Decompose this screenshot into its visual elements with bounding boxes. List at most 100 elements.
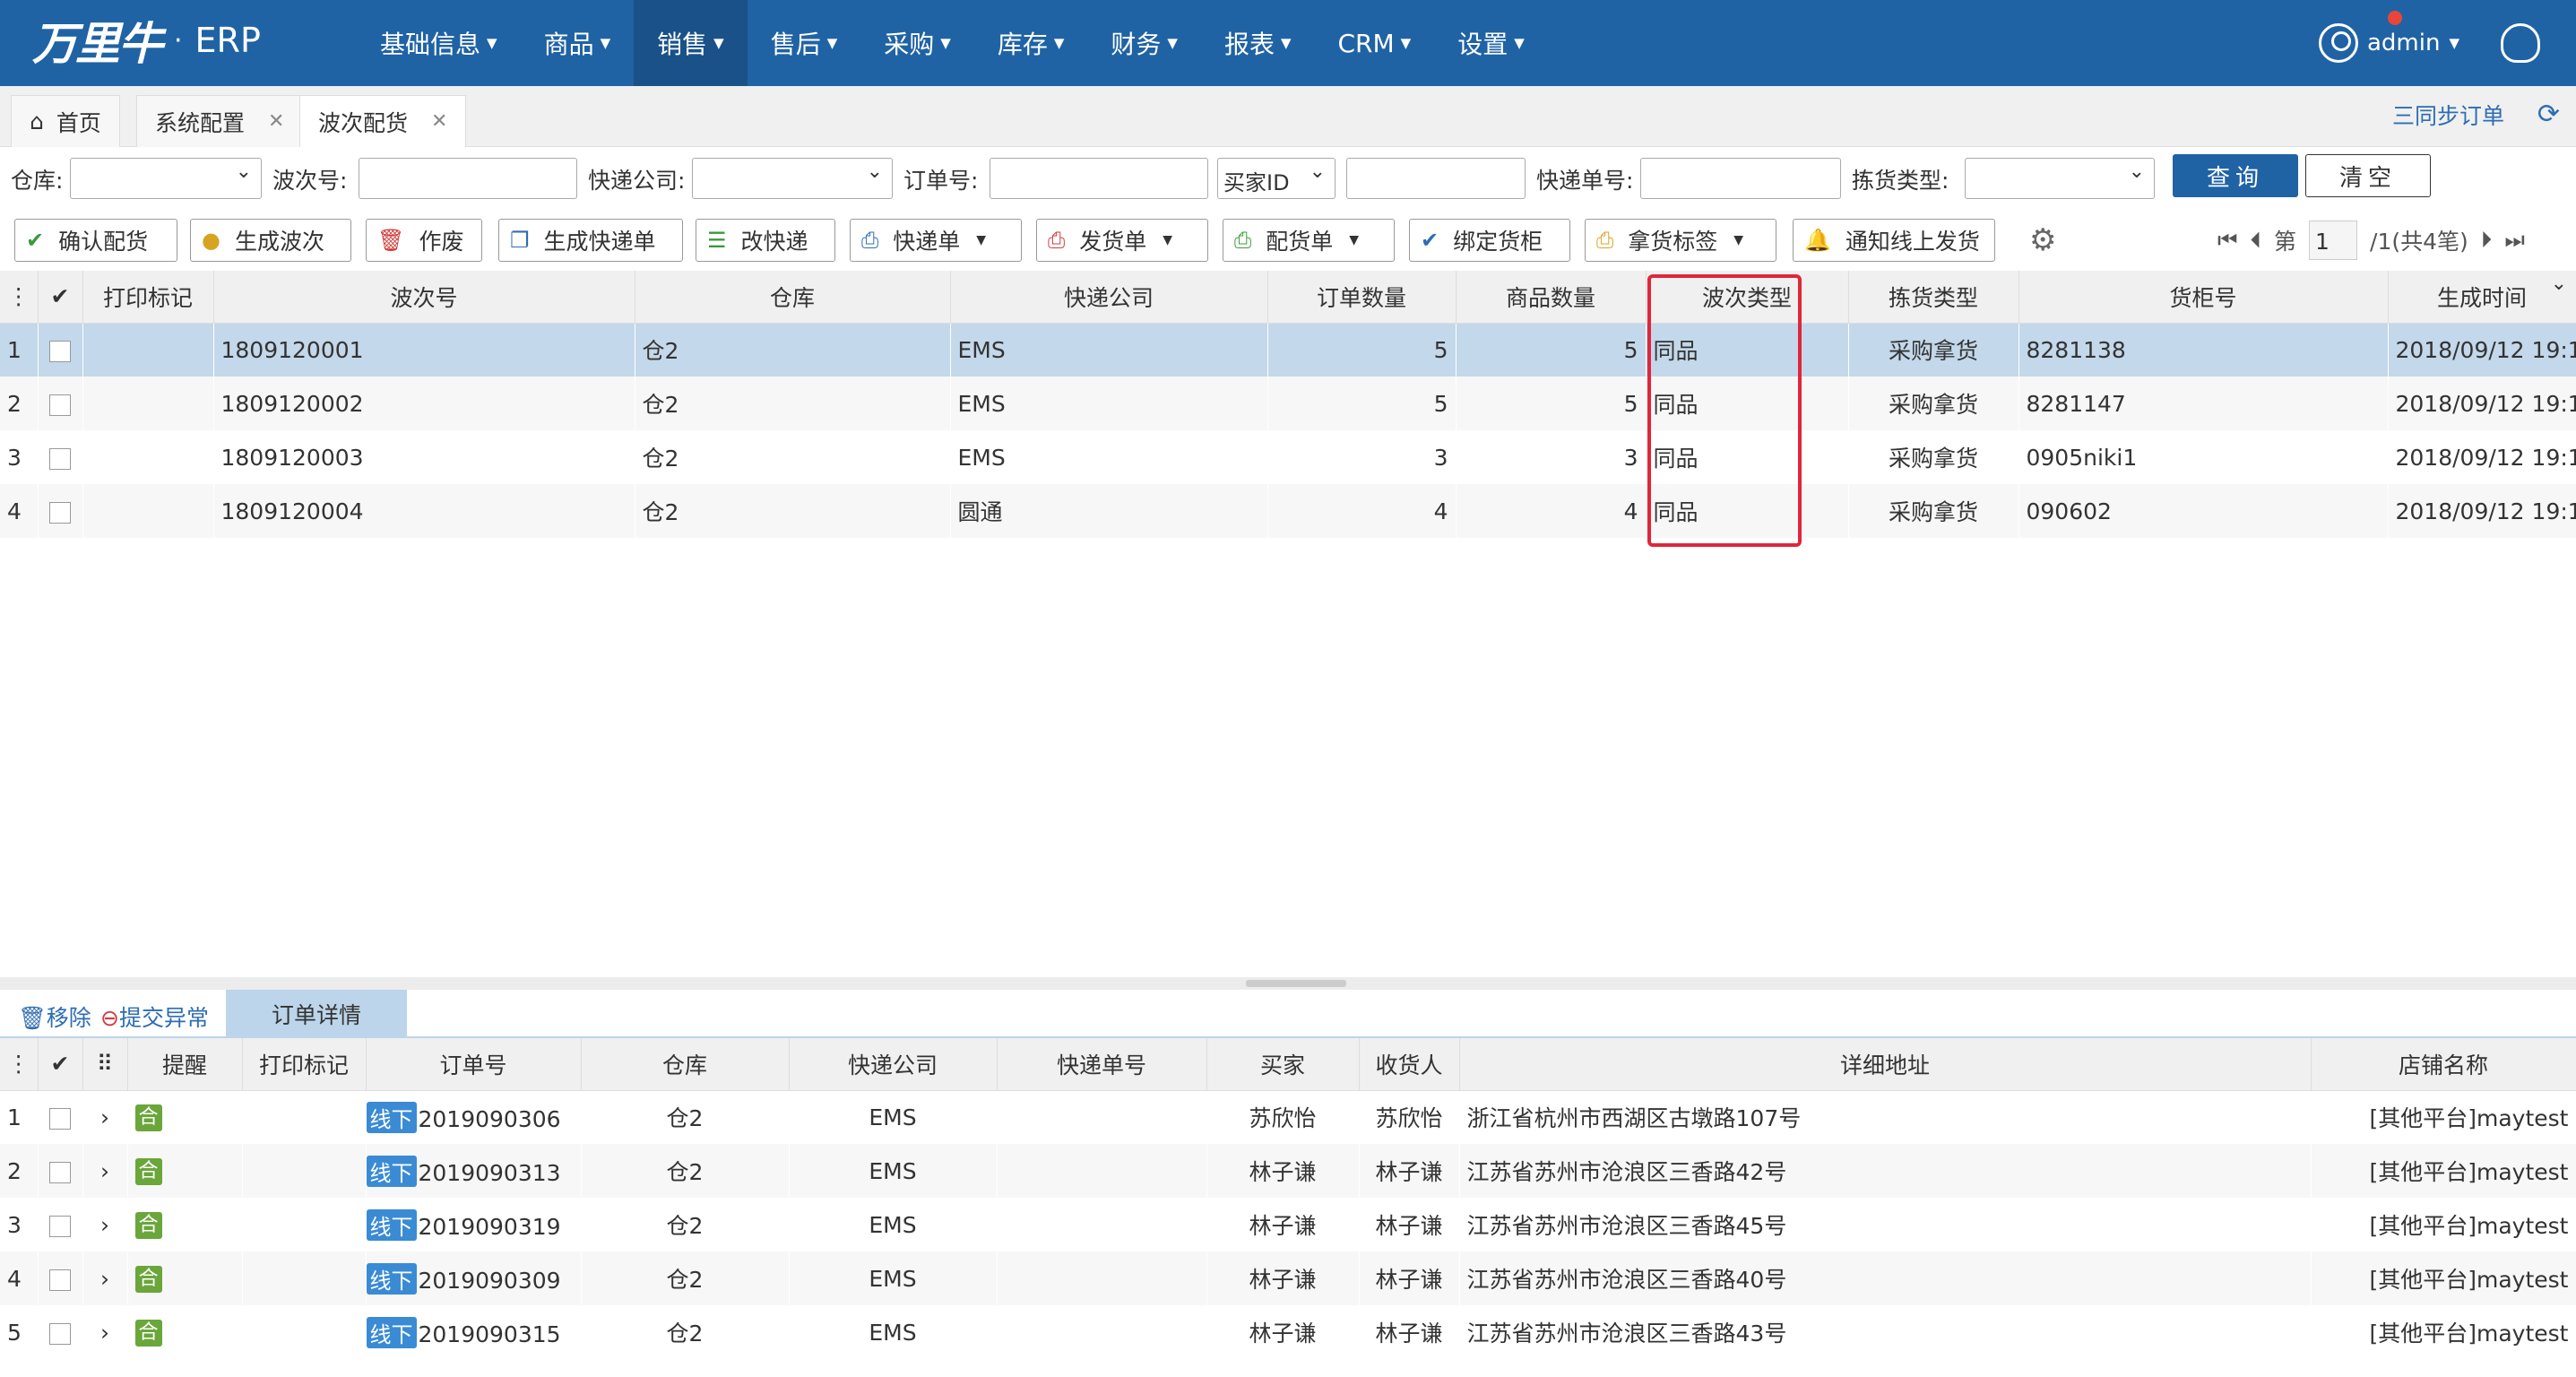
nav-item-settings[interactable]: 设置 ▼: [1434, 0, 1548, 86]
notify-online-ship-button[interactable]: 🔔 通知线上发货: [1793, 219, 1995, 262]
col-header[interactable]: 生成时间: [2388, 271, 2576, 324]
row-checkbox[interactable]: [38, 430, 82, 484]
col-header[interactable]: 波次号: [213, 271, 635, 324]
row-checkbox[interactable]: [38, 323, 82, 377]
nav-item-basic[interactable]: 基础信息 ▼: [357, 0, 521, 86]
express-select[interactable]: [692, 158, 893, 199]
table-row[interactable]: 3 › 合 线下 2019090319 仓2 EMS 林子谦 林子谦 江苏省苏州市…: [0, 1198, 2576, 1251]
tab-order-detail[interactable]: 订单详情: [226, 990, 407, 1038]
generate-express-button[interactable]: ❐ 生成快递单: [498, 219, 683, 262]
nav-item-goods[interactable]: 商品 ▼: [521, 0, 635, 86]
col-header[interactable]: 详细地址: [1459, 1038, 2312, 1091]
gear-icon[interactable]: ⚙: [2029, 222, 2056, 258]
warehouse-select[interactable]: [70, 158, 262, 199]
ship-doc-print-dropdown[interactable]: ⎙ 发货单 ▼: [1036, 219, 1208, 262]
col-header[interactable]: 提醒: [127, 1038, 243, 1091]
col-header[interactable]: 打印标记: [82, 271, 214, 324]
select-all-check-icon[interactable]: ✔: [38, 271, 83, 324]
col-header[interactable]: 货柜号: [2018, 271, 2389, 324]
splitter-handle[interactable]: [1246, 980, 1346, 987]
panel-splitter[interactable]: [0, 977, 2576, 990]
first-page-icon[interactable]: ⏮: [2217, 227, 2238, 254]
row-checkbox[interactable]: [38, 1305, 82, 1359]
logo[interactable]: 万里牛 · ERP: [32, 13, 261, 70]
drag-grid-icon[interactable]: ⠿: [82, 1038, 128, 1091]
generate-wave-button[interactable]: ● 生成波次: [190, 219, 351, 262]
col-header[interactable]: 快递公司: [950, 271, 1268, 324]
user-menu[interactable]: admin ▼: [2318, 0, 2540, 86]
last-page-icon[interactable]: ⏭: [2504, 227, 2525, 254]
prev-page-icon[interactable]: ⏴: [2251, 227, 2262, 254]
table-row[interactable]: 1 › 合 线下 2019090306 仓2 EMS 苏欣怡 苏欣怡 浙江省杭州市…: [0, 1090, 2576, 1144]
table-row[interactable]: 4 1809120004 仓2 圆通 4 4 同品 采购拿货 090602 20…: [0, 484, 2576, 538]
col-header[interactable]: 商品数量: [1456, 271, 1647, 324]
table-row[interactable]: 3 1809120003 仓2 EMS 3 3 同品 采购拿货 0905niki…: [0, 430, 2576, 484]
close-icon[interactable]: ✕: [268, 110, 284, 133]
express-print-dropdown[interactable]: ⎙ 快递单 ▼: [850, 219, 1022, 262]
col-header[interactable]: 仓库: [581, 1038, 790, 1091]
col-header[interactable]: 店铺名称: [2311, 1038, 2576, 1091]
nav-item-purchase[interactable]: 采购 ▼: [860, 0, 974, 86]
table-row[interactable]: 2 1809120002 仓2 EMS 5 5 同品 采购拿货 8281147 …: [0, 377, 2576, 430]
row-checkbox[interactable]: [38, 1198, 82, 1251]
table-row[interactable]: 2 › 合 线下 2019090313 仓2 EMS 林子谦 林子谦 江苏省苏州市…: [0, 1144, 2576, 1198]
col-header[interactable]: 快递公司: [789, 1038, 998, 1091]
expand-chevron-icon[interactable]: ›: [82, 1090, 127, 1144]
confirm-picking-button[interactable]: ✔ 确认配货: [14, 219, 177, 262]
select-all-check-icon[interactable]: ✔: [38, 1038, 83, 1091]
table-row[interactable]: 1 1809120001 仓2 EMS 5 5 同品 采购拿货 8281138 …: [0, 323, 2576, 377]
change-express-button[interactable]: ☰ 改快递: [696, 219, 835, 262]
bind-cabinet-button[interactable]: ✔ 绑定货柜: [1409, 219, 1570, 262]
submit-exception-link[interactable]: ⊖提交异常: [100, 1000, 209, 1033]
table-row[interactable]: 5 › 合 线下 2019090315 仓2 EMS 林子谦 林子谦 江苏省苏州市…: [0, 1305, 2576, 1359]
tab-system-config[interactable]: 系统配置 ✕: [136, 95, 304, 147]
refresh-icon[interactable]: ⟳: [2537, 99, 2560, 130]
col-header[interactable]: 拣货类型: [1848, 271, 2019, 324]
wave-no-input[interactable]: [359, 158, 577, 199]
nav-item-inventory[interactable]: 库存 ▼: [974, 0, 1088, 86]
col-header[interactable]: 收货人: [1359, 1038, 1460, 1091]
nav-item-finance[interactable]: 财务 ▼: [1087, 0, 1201, 86]
row-checkbox[interactable]: [38, 1251, 82, 1305]
col-header[interactable]: 快递单号: [997, 1038, 1207, 1091]
col-header[interactable]: 仓库: [635, 271, 951, 324]
buyer-id-input[interactable]: [1346, 158, 1526, 199]
close-icon[interactable]: ✕: [431, 110, 447, 133]
sync-orders-link[interactable]: 三同步订单: [2392, 99, 2504, 131]
nav-item-reports[interactable]: 报表 ▼: [1201, 0, 1315, 86]
expand-chevron-icon[interactable]: ›: [82, 1198, 127, 1251]
next-page-icon[interactable]: ⏵: [2481, 227, 2493, 254]
pick-doc-print-dropdown[interactable]: ⎙ 配货单 ▼: [1223, 219, 1395, 262]
void-button[interactable]: 🗑 作废: [366, 219, 482, 262]
print-mark: [82, 377, 213, 430]
nav-item-crm[interactable]: CRM ▼: [1315, 0, 1435, 86]
expand-chevron-icon[interactable]: ›: [82, 1251, 127, 1305]
row-checkbox[interactable]: [38, 1090, 82, 1144]
remove-link[interactable]: 🗑移除: [18, 1000, 91, 1033]
headset-icon[interactable]: [2501, 23, 2540, 63]
column-menu-icon[interactable]: ⋮: [0, 271, 39, 324]
row-checkbox[interactable]: [38, 1144, 82, 1198]
expand-chevron-icon[interactable]: ›: [82, 1144, 127, 1198]
table-row[interactable]: 4 › 合 线下 2019090309 仓2 EMS 林子谦 林子谦 江苏省苏州市…: [0, 1251, 2576, 1305]
col-header[interactable]: 订单数量: [1267, 271, 1457, 324]
row-checkbox[interactable]: [38, 484, 82, 538]
order-no-input[interactable]: [990, 158, 1208, 199]
buyer-field-select[interactable]: 买家ID: [1217, 158, 1336, 199]
pick-label-print-dropdown[interactable]: ⎙ 拿货标签 ▼: [1585, 219, 1776, 262]
clear-button[interactable]: 清空: [2305, 154, 2431, 197]
pick-type-select[interactable]: [1965, 158, 2155, 199]
tracking-no-input[interactable]: [1640, 158, 1841, 199]
page-input[interactable]: 1: [2309, 221, 2358, 260]
nav-item-sales[interactable]: 销售 ▼: [634, 0, 748, 86]
row-checkbox[interactable]: [38, 377, 82, 430]
query-button[interactable]: 查询: [2173, 154, 2298, 197]
col-header[interactable]: 打印标记: [242, 1038, 367, 1091]
expand-chevron-icon[interactable]: ›: [82, 1305, 127, 1359]
nav-item-aftersale[interactable]: 售后 ▼: [748, 0, 861, 86]
tab-wave-picking[interactable]: 波次配货 ✕: [299, 95, 467, 147]
col-header[interactable]: 订单号: [366, 1038, 582, 1091]
tab-home[interactable]: ⌂ 首页: [11, 95, 120, 147]
col-header[interactable]: 买家: [1206, 1038, 1360, 1091]
column-menu-icon[interactable]: ⋮: [0, 1038, 39, 1091]
